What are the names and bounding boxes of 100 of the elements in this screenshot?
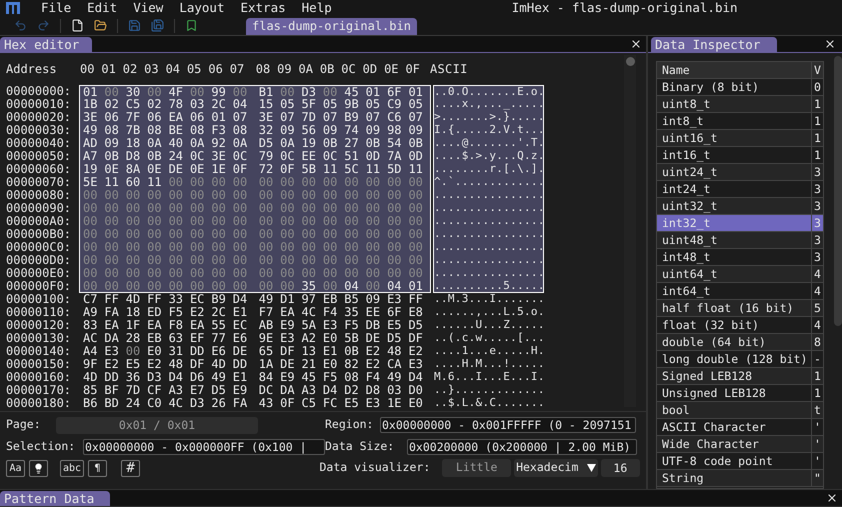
hex-byte[interactable]: 84 xyxy=(258,371,280,384)
hex-byte[interactable]: D4 xyxy=(232,293,254,306)
inspector-row[interactable]: double (64 bit) 8 xyxy=(657,334,823,351)
hex-byte[interactable]: E2 xyxy=(104,358,126,371)
hex-byte[interactable]: FC xyxy=(322,397,344,410)
hex-byte[interactable]: 65 xyxy=(258,345,280,358)
hex-byte[interactable]: 08 xyxy=(190,124,212,137)
hex-byte[interactable]: 01 xyxy=(408,86,430,98)
hex-byte[interactable]: EB xyxy=(147,332,169,345)
hex-byte[interactable]: 56 xyxy=(302,124,323,137)
hex-byte[interactable]: 0A xyxy=(280,137,302,150)
hex-byte[interactable]: D6 xyxy=(190,371,212,384)
hex-byte[interactable]: 4F xyxy=(168,86,190,98)
hex-byte[interactable]: E3 xyxy=(104,345,126,358)
hex-byte[interactable]: 08 xyxy=(344,371,366,384)
hex-byte[interactable]: E3 xyxy=(366,397,388,410)
hex-byte[interactable]: EC xyxy=(232,319,254,332)
hex-byte[interactable]: DA xyxy=(104,332,126,345)
hex-byte[interactable]: 0B xyxy=(104,150,126,163)
hex-byte[interactable]: D8 xyxy=(366,384,388,397)
hex-byte[interactable]: 3E xyxy=(258,111,280,124)
hex-byte[interactable]: 0B xyxy=(322,137,344,150)
hex-byte[interactable]: E5 xyxy=(344,397,366,410)
hex-byte[interactable]: B9 xyxy=(344,111,366,124)
hex-byte[interactable]: E3 xyxy=(408,358,430,371)
hex-byte[interactable]: 4C xyxy=(302,306,323,319)
highlight-button[interactable] xyxy=(29,460,48,476)
hex-byte[interactable]: 09 xyxy=(104,137,126,150)
hex-byte[interactable]: 0B xyxy=(366,137,388,150)
hex-byte[interactable]: E6 xyxy=(211,345,233,358)
hex-byte[interactable]: E1 xyxy=(232,371,254,384)
hex-byte[interactable]: A7 xyxy=(83,150,104,163)
hex-byte[interactable]: 79 xyxy=(258,150,280,163)
hex-byte[interactable]: CA xyxy=(387,358,408,371)
hex-byte[interactable]: DF xyxy=(408,332,430,345)
hex-byte[interactable]: 63 xyxy=(168,332,190,345)
hex-byte[interactable]: FA xyxy=(104,306,126,319)
hex-byte[interactable]: 0F xyxy=(280,397,302,410)
menu-item[interactable]: Layout xyxy=(171,0,232,16)
menu-item[interactable]: Extras xyxy=(232,0,294,16)
toolbar-button[interactable]: # xyxy=(121,460,140,476)
hex-byte[interactable]: 0B xyxy=(408,137,430,150)
hex-byte[interactable]: 18 xyxy=(126,306,148,319)
inspector-row[interactable]: uint24_t 3 xyxy=(657,164,823,181)
hex-byte[interactable]: 45 xyxy=(344,86,366,98)
hex-byte[interactable]: 4C xyxy=(168,397,190,410)
hex-byte[interactable]: 11 xyxy=(408,163,430,176)
page-field[interactable]: 0x01 / 0x01 xyxy=(56,416,258,434)
bookmark-button[interactable] xyxy=(185,19,198,32)
hex-byte[interactable]: E2 xyxy=(366,358,388,371)
hex-byte[interactable]: 77 xyxy=(211,332,233,345)
hex-byte[interactable]: EA xyxy=(104,319,126,332)
hex-byte[interactable]: 55 xyxy=(211,319,233,332)
hex-byte[interactable]: 03 xyxy=(190,98,212,111)
columns-field[interactable]: 16 xyxy=(600,459,640,477)
hex-byte[interactable]: 0C xyxy=(280,150,302,163)
hex-byte[interactable]: 24 xyxy=(168,150,190,163)
hex-byte[interactable]: 83 xyxy=(83,319,104,332)
hex-byte[interactable]: FA xyxy=(232,397,254,410)
hex-byte[interactable]: 2C xyxy=(211,306,233,319)
hex-byte[interactable]: D4 xyxy=(408,371,430,384)
hex-byte[interactable]: 01 xyxy=(83,86,104,98)
hex-byte[interactable]: E2 xyxy=(190,306,212,319)
hex-byte[interactable]: DE xyxy=(366,332,388,345)
hex-byte[interactable]: D5 xyxy=(211,384,233,397)
inspector-row[interactable]: bool t xyxy=(657,402,823,419)
hex-byte[interactable]: 7D xyxy=(302,111,323,124)
hex-byte[interactable]: E0 xyxy=(408,397,430,410)
hex-byte[interactable]: 1E xyxy=(211,163,233,176)
hex-byte[interactable]: 04 xyxy=(387,280,408,292)
hex-byte[interactable]: 09 xyxy=(280,124,302,137)
hex-byte[interactable]: C0 xyxy=(147,397,169,410)
panel-tab[interactable]: Data Inspector xyxy=(651,37,777,52)
hex-byte[interactable]: 5D xyxy=(387,163,408,176)
hex-byte[interactable]: 5B xyxy=(344,332,366,345)
hex-byte[interactable]: DA xyxy=(280,384,302,397)
hex-byte[interactable]: 35 xyxy=(302,280,323,292)
hex-byte[interactable]: B5 xyxy=(344,293,366,306)
hex-byte[interactable]: 0D xyxy=(408,150,430,163)
hex-byte[interactable]: EA xyxy=(190,319,212,332)
hex-byte[interactable]: DF xyxy=(280,345,302,358)
hex-byte[interactable]: D8 xyxy=(126,150,148,163)
hex-byte[interactable]: 15 xyxy=(258,98,280,111)
hex-byte[interactable]: 3E xyxy=(83,111,104,124)
toolbar-button[interactable]: abc xyxy=(60,460,84,476)
hex-byte[interactable]: 00 xyxy=(126,345,148,358)
hex-byte[interactable]: 01 xyxy=(408,280,430,292)
toolbar-button[interactable]: Aa xyxy=(6,460,25,476)
hex-byte[interactable]: DE xyxy=(280,358,302,371)
hex-byte[interactable]: B1 xyxy=(258,86,280,98)
hex-byte[interactable]: E3 xyxy=(280,332,302,345)
hex-byte[interactable]: F4 xyxy=(322,306,344,319)
hex-byte[interactable]: 0C xyxy=(190,150,212,163)
hex-byte[interactable]: E9 xyxy=(280,371,302,384)
hex-byte[interactable]: 02 xyxy=(147,98,169,111)
hex-byte[interactable]: 19 xyxy=(83,163,104,176)
hex-byte[interactable]: E5 xyxy=(126,358,148,371)
hex-byte[interactable]: D3 xyxy=(147,371,169,384)
hex-byte[interactable]: 11 xyxy=(147,176,169,189)
hex-byte[interactable]: 06 xyxy=(104,111,126,124)
